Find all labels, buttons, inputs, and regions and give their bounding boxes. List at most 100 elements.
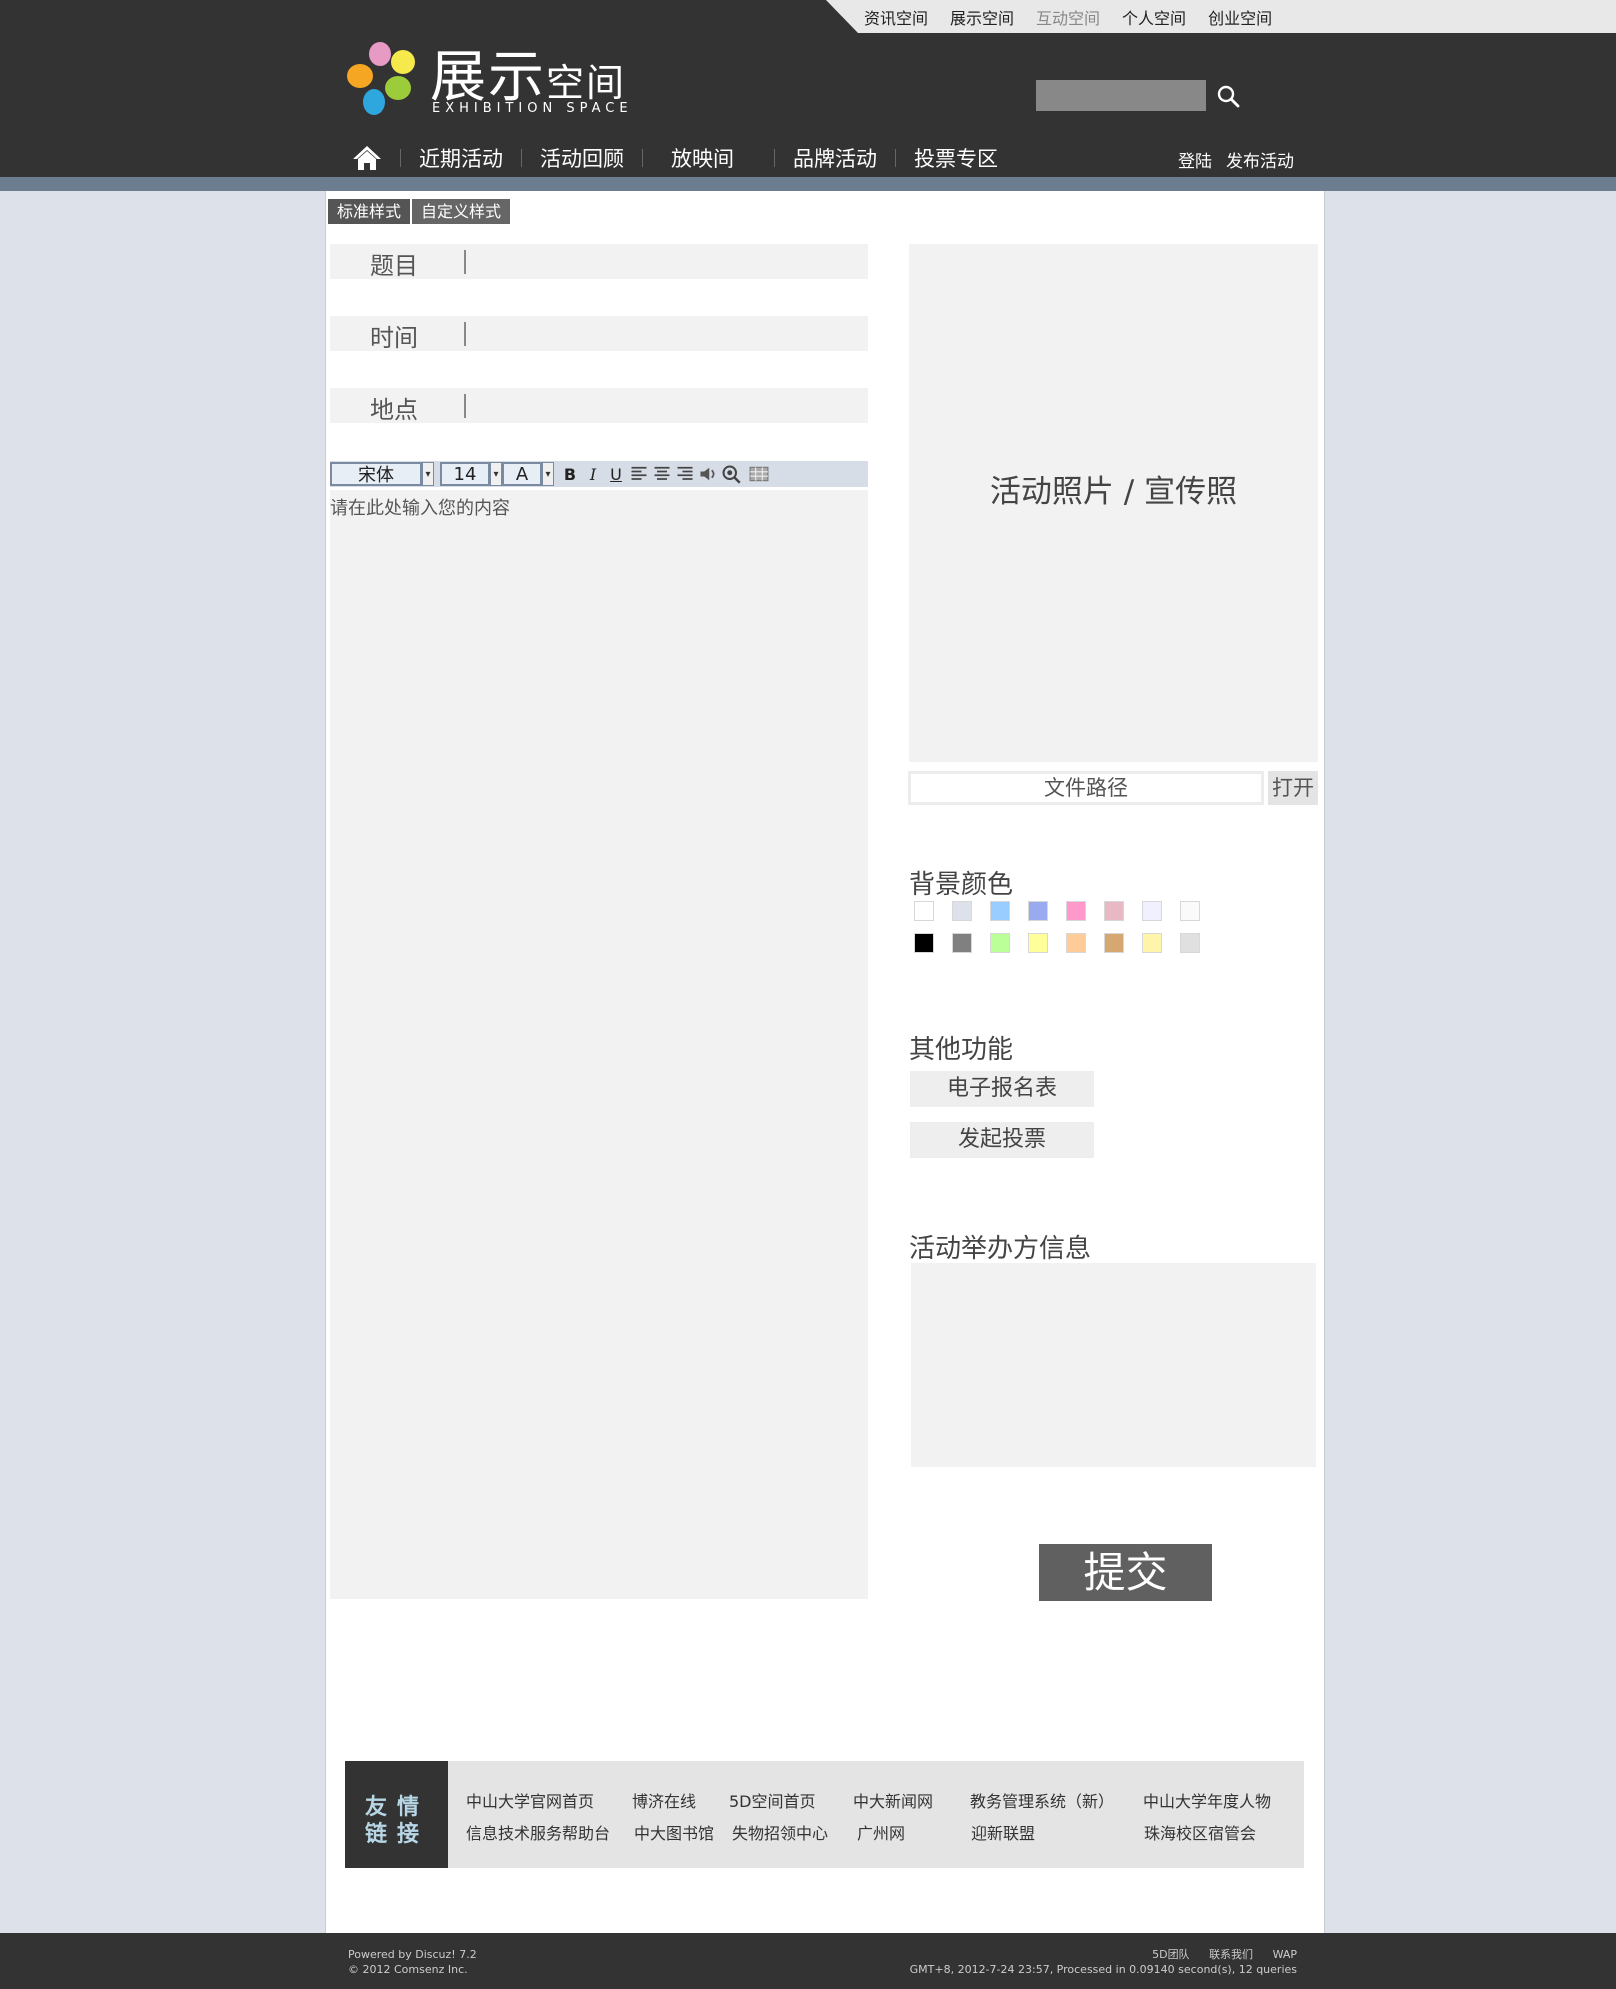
friend-link[interactable]: 5D空间首页 (729, 1788, 816, 1812)
font-size-select[interactable]: 14 (440, 462, 490, 486)
footer-stats-text: GMT+8, 2012-7-24 23:57, Processed in 0.0… (909, 1963, 1297, 1976)
bold-button[interactable]: B (560, 463, 580, 485)
zoom-icon[interactable] (721, 463, 741, 485)
font-color-dropdown-icon[interactable]: ▾ (542, 462, 554, 486)
open-file-button[interactable]: 打开 (1268, 771, 1318, 805)
header-stripe (0, 177, 1616, 191)
font-family-dropdown-icon[interactable]: ▾ (422, 462, 434, 486)
color-swatch[interactable] (990, 933, 1010, 953)
background-color-swatches (914, 901, 1200, 953)
file-path-input[interactable]: 文件路径 (908, 771, 1264, 805)
nav-item-vote[interactable]: 投票专区 (914, 143, 998, 173)
friend-link[interactable]: 中山大学年度人物 (1143, 1788, 1271, 1812)
top-nav-item-news[interactable]: 资讯空间 (864, 5, 928, 29)
footer-link-wap[interactable]: WAP (1273, 1948, 1297, 1961)
top-nav-item-startup[interactable]: 创业空间 (1208, 5, 1272, 29)
color-swatch[interactable] (1104, 901, 1124, 921)
audio-icon[interactable] (698, 463, 718, 485)
nav-item-review[interactable]: 活动回顾 (540, 143, 624, 173)
friend-link[interactable]: 中大新闻网 (853, 1788, 933, 1812)
editor-placeholder: 请在此处输入您的内容 (330, 498, 510, 519)
nav-separator (521, 149, 522, 167)
font-size-dropdown-icon[interactable]: ▾ (490, 462, 502, 486)
other-functions-title: 其他功能 (909, 1035, 1014, 1065)
top-nav-item-personal[interactable]: 个人空间 (1122, 5, 1186, 29)
friend-link[interactable]: 中山大学官网首页 (466, 1788, 594, 1812)
font-color-select[interactable]: A (502, 462, 542, 486)
editor-toolbar: 宋体 ▾ 14 ▾ A ▾ B I U (330, 461, 868, 487)
style-tabs: 标准样式 自定义样式 (328, 199, 513, 224)
color-swatch[interactable] (952, 933, 972, 953)
align-center-icon[interactable] (652, 463, 672, 485)
time-label: 时间 (370, 324, 418, 352)
title-field[interactable]: 题目 (330, 244, 868, 280)
place-field[interactable]: 地点 (330, 388, 868, 424)
color-swatch[interactable] (952, 901, 972, 921)
photo-caption: 活动照片 / 宣传照 (989, 474, 1238, 510)
place-label: 地点 (370, 396, 418, 424)
organizer-info-input[interactable] (911, 1263, 1316, 1467)
font-family-select[interactable]: 宋体 (330, 462, 422, 486)
main-nav: 近期活动 活动回顾 放映间 品牌活动 投票专区 (352, 140, 998, 176)
site-logo[interactable]: 展示空间 EXHIBITION SPACE (346, 38, 646, 120)
color-swatch[interactable] (1066, 933, 1086, 953)
nav-separator (400, 149, 401, 167)
align-left-icon[interactable] (629, 463, 649, 485)
tab-standard-style[interactable]: 标准样式 (328, 199, 413, 224)
friend-link[interactable]: 中大图书馆 (634, 1820, 714, 1844)
time-field[interactable]: 时间 (330, 316, 868, 352)
search-icon[interactable] (1216, 84, 1240, 108)
underline-button[interactable]: U (606, 463, 626, 485)
nav-item-cinema[interactable]: 放映间 (671, 143, 734, 173)
home-icon[interactable] (352, 144, 382, 172)
top-nav: 资讯空间 展示空间 互动空间 个人空间 创业空间 (864, 0, 1272, 33)
friend-link[interactable]: 信息技术服务帮助台 (466, 1820, 610, 1844)
color-swatch[interactable] (914, 901, 934, 921)
footer-link-team[interactable]: 5D团队 (1152, 1948, 1189, 1961)
color-swatch[interactable] (1142, 901, 1162, 921)
text-caret (464, 394, 466, 418)
color-swatch[interactable] (1028, 933, 1048, 953)
color-swatch[interactable] (1066, 901, 1086, 921)
friend-link[interactable]: 教务管理系统（新） (970, 1788, 1114, 1812)
organizer-info-title: 活动举办方信息 (909, 1234, 1092, 1264)
color-swatch[interactable] (914, 933, 934, 953)
photo-upload-area[interactable]: 活动照片 / 宣传照 (909, 244, 1318, 762)
footer-link-contact[interactable]: 联系我们 (1209, 1948, 1253, 1961)
login-link[interactable]: 登陆 (1178, 147, 1212, 172)
friend-link[interactable]: 失物招领中心 (732, 1820, 828, 1844)
color-swatch[interactable] (1142, 933, 1162, 953)
submit-button[interactable]: 提交 (1039, 1544, 1212, 1601)
friend-link[interactable]: 博济在线 (632, 1788, 696, 1812)
copyright-text: © 2012 Comsenz Inc. (348, 1963, 468, 1976)
color-swatch[interactable] (1180, 933, 1200, 953)
friend-link[interactable]: 迎新联盟 (971, 1820, 1035, 1844)
nav-item-recent[interactable]: 近期活动 (419, 143, 503, 173)
color-swatch[interactable] (1180, 901, 1200, 921)
friend-links-label-line2: 链接 (365, 1822, 430, 1847)
start-vote-button[interactable]: 发起投票 (910, 1122, 1094, 1158)
color-swatch[interactable] (1104, 933, 1124, 953)
top-nav-item-exhibition[interactable]: 展示空间 (950, 5, 1014, 29)
nav-item-brand[interactable]: 品牌活动 (793, 143, 877, 173)
user-links: 登陆 发布活动 (1178, 147, 1294, 172)
color-swatch[interactable] (990, 901, 1010, 921)
search-input[interactable] (1036, 80, 1206, 111)
tab-custom-style[interactable]: 自定义样式 (412, 199, 513, 224)
content-editor[interactable]: 请在此处输入您的内容 (330, 490, 868, 1599)
top-nav-item-interaction[interactable]: 互动空间 (1036, 5, 1100, 29)
text-caret (464, 250, 466, 274)
signup-form-button[interactable]: 电子报名表 (910, 1071, 1094, 1107)
publish-activity-link[interactable]: 发布活动 (1226, 147, 1294, 172)
title-label: 题目 (370, 252, 418, 280)
friend-link[interactable]: 广州网 (857, 1820, 905, 1844)
text-caret (464, 322, 466, 346)
powered-by-text: Powered by Discuz! 7.2 (348, 1948, 477, 1961)
friend-link[interactable]: 珠海校区宿管会 (1144, 1820, 1256, 1844)
nav-separator (642, 149, 643, 167)
table-icon[interactable] (749, 463, 769, 485)
italic-button[interactable]: I (583, 463, 603, 485)
color-swatch[interactable] (1028, 901, 1048, 921)
background-color-title: 背景颜色 (909, 870, 1014, 900)
align-right-icon[interactable] (675, 463, 695, 485)
